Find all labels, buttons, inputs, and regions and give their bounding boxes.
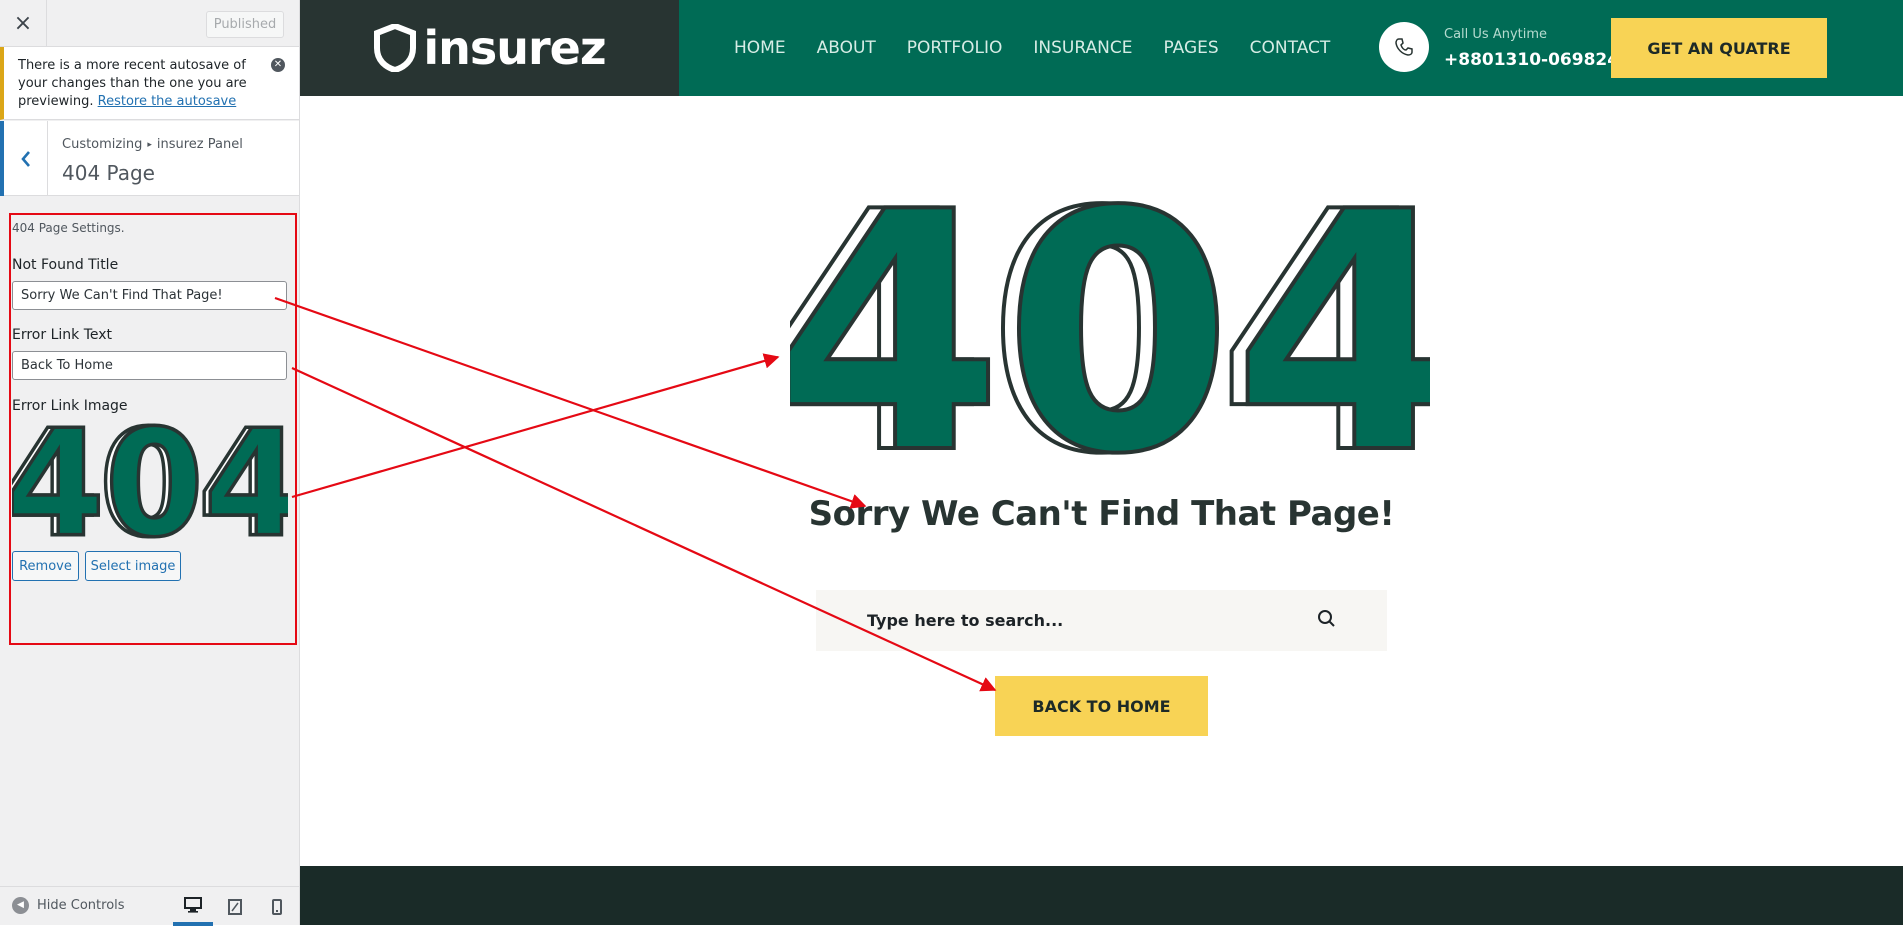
site-preview: insurez HOME ABOUT PORTFOLIO INSURANCE P…: [300, 0, 1903, 925]
dismiss-notice-icon[interactable]: ✕: [271, 58, 285, 72]
breadcrumb-panel: insurez Panel: [156, 137, 243, 152]
customizer-sidebar: × Published There is a more recent autos…: [0, 0, 300, 926]
desktop-icon: [184, 896, 202, 913]
chevron-left-icon: [20, 150, 30, 167]
phone-button[interactable]: [1379, 22, 1429, 72]
search-input[interactable]: Type here to search...: [867, 611, 1063, 630]
nav-home[interactable]: HOME: [734, 38, 786, 58]
mobile-preview-button[interactable]: [257, 887, 297, 926]
breadcrumb-separator: ▸: [147, 140, 152, 150]
not-found-title: Sorry We Can't Find That Page!: [808, 494, 1395, 534]
nav-insurance[interactable]: INSURANCE: [1033, 38, 1132, 58]
breadcrumb: Customizing ▸ insurez Panel: [62, 137, 243, 152]
section-title: 404 Page: [62, 161, 155, 185]
hide-controls-label: Hide Controls: [37, 898, 125, 913]
desktop-preview-button[interactable]: [173, 887, 213, 926]
customizer-header: × Published: [0, 0, 299, 47]
phone-icon: [1395, 38, 1413, 56]
customizer-footer: ◀ Hide Controls: [0, 886, 299, 926]
shield-logo-icon: [374, 24, 417, 72]
mobile-icon: [272, 898, 282, 915]
site-footer: [300, 866, 1903, 925]
nav-about[interactable]: ABOUT: [817, 38, 876, 58]
nav-contact[interactable]: CONTACT: [1250, 38, 1331, 58]
search-icon[interactable]: [1316, 608, 1338, 630]
back-to-home-button[interactable]: BACK TO HOME: [995, 676, 1208, 736]
call-label: Call Us Anytime: [1444, 27, 1548, 42]
collapse-icon: ◀: [12, 897, 29, 914]
published-button: Published: [206, 11, 284, 38]
hide-controls-button[interactable]: ◀ Hide Controls: [12, 897, 125, 914]
nav-portfolio[interactable]: PORTFOLIO: [907, 38, 1003, 58]
annotation-highlight-box: [9, 213, 297, 645]
header-bar: HOME ABOUT PORTFOLIO INSURANCE PAGES CON…: [679, 0, 1903, 96]
breadcrumb-root: Customizing: [62, 137, 143, 152]
autosave-notice: There is a more recent autosave of your …: [0, 47, 299, 120]
site-logo[interactable]: insurez: [300, 0, 679, 96]
main-nav: HOME ABOUT PORTFOLIO INSURANCE PAGES CON…: [734, 0, 1330, 96]
section-header: Customizing ▸ insurez Panel 404 Page: [0, 121, 299, 196]
restore-autosave-link[interactable]: Restore the autosave: [98, 94, 237, 109]
logo-text: insurez: [423, 21, 606, 75]
svg-text:404: 404: [790, 180, 1430, 460]
error-404-image: 404 404: [790, 180, 1430, 460]
tablet-preview-button[interactable]: [215, 887, 255, 926]
search-form[interactable]: Type here to search...: [816, 590, 1387, 651]
get-quote-button[interactable]: GET AN QUATRE: [1611, 18, 1827, 78]
call-number[interactable]: +8801310-069824: [1444, 50, 1619, 70]
tablet-icon: [228, 898, 242, 915]
back-button[interactable]: [0, 121, 48, 196]
nav-pages[interactable]: PAGES: [1163, 38, 1218, 58]
close-customizer-button[interactable]: ×: [0, 0, 47, 47]
